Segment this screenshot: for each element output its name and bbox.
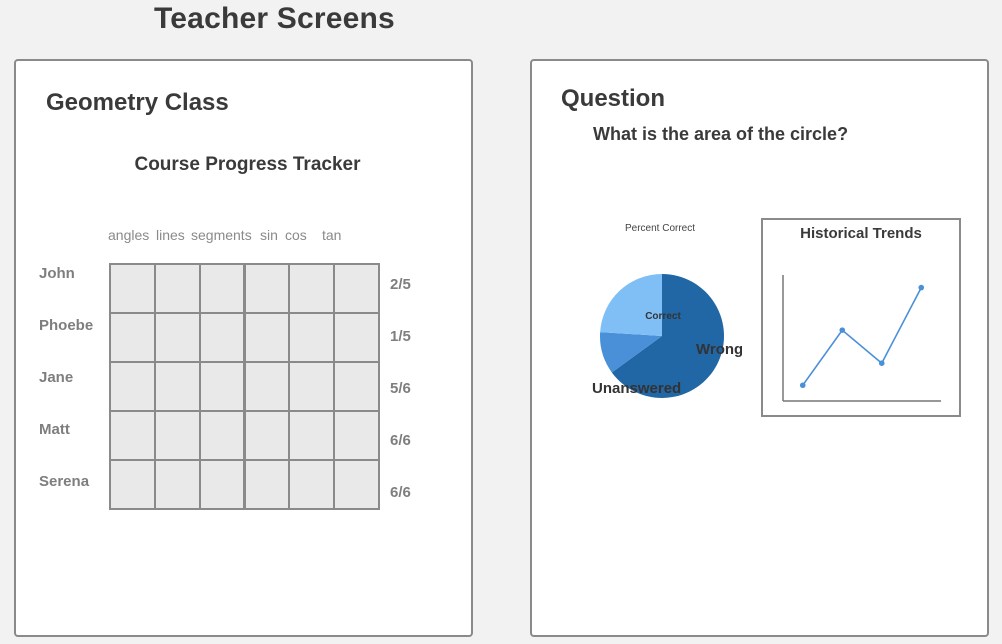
progress-cell-john-segments[interactable] bbox=[200, 265, 244, 312]
progress-cell-matt-segments[interactable] bbox=[200, 412, 244, 459]
progress-cell-phoebe-angles[interactable] bbox=[111, 314, 154, 361]
progress-grid bbox=[109, 263, 380, 510]
progress-cell-serena-cos[interactable] bbox=[290, 461, 334, 508]
trend-point-2 bbox=[839, 327, 846, 333]
student-name-jane: Jane bbox=[39, 369, 74, 386]
tracker-title: Course Progress Tracker bbox=[134, 154, 361, 175]
trend-point-3 bbox=[878, 360, 885, 366]
progress-cell-john-sin[interactable] bbox=[245, 265, 289, 312]
pie-label-unanswered: Unanswered bbox=[592, 380, 681, 397]
progress-cell-phoebe-cos[interactable] bbox=[290, 314, 334, 361]
progress-cell-phoebe-sin[interactable] bbox=[245, 314, 289, 361]
class-title: Geometry Class bbox=[46, 89, 229, 116]
column-header-tan: tan bbox=[322, 227, 342, 243]
progress-cell-john-lines[interactable] bbox=[155, 265, 199, 312]
student-name-john: John bbox=[39, 265, 75, 282]
progress-cell-matt-angles[interactable] bbox=[111, 412, 154, 459]
progress-cell-serena-segments[interactable] bbox=[200, 461, 244, 508]
progress-cell-jane-sin[interactable] bbox=[245, 363, 289, 410]
pie-label-wrong: Wrong bbox=[696, 341, 742, 358]
progress-cell-matt-cos[interactable] bbox=[290, 412, 334, 459]
pie-slice-unanswered bbox=[600, 274, 662, 336]
pie-chart-title: Percent Correct bbox=[624, 223, 696, 234]
trends-chart-title: Historical Trends bbox=[800, 225, 922, 242]
historical-trends-plot bbox=[782, 275, 941, 402]
page-title: Teacher Screens bbox=[154, 2, 395, 35]
trend-point-1 bbox=[799, 382, 806, 389]
student-name-serena: Serena bbox=[39, 473, 90, 490]
progress-cell-jane-angles[interactable] bbox=[111, 363, 154, 410]
progress-cell-john-tan[interactable] bbox=[335, 265, 378, 312]
progress-cell-john-angles[interactable] bbox=[111, 265, 154, 312]
question-text: What is the area of the circle? bbox=[593, 124, 849, 144]
score-serena: 6/6 bbox=[390, 484, 411, 501]
column-header-angles: angles bbox=[108, 227, 150, 243]
student-name-phoebe: Phoebe bbox=[39, 317, 94, 334]
progress-cell-matt-lines[interactable] bbox=[155, 412, 199, 459]
score-john: 2/5 bbox=[390, 276, 411, 293]
column-header-cos: cos bbox=[285, 227, 307, 243]
progress-cell-serena-lines[interactable] bbox=[155, 461, 199, 508]
progress-cell-john-cos[interactable] bbox=[290, 265, 334, 312]
progress-cell-jane-lines[interactable] bbox=[155, 363, 199, 410]
score-matt: 6/6 bbox=[390, 432, 411, 449]
progress-cell-serena-angles[interactable] bbox=[111, 461, 154, 508]
score-jane: 5/6 bbox=[390, 380, 411, 397]
column-header-segments: segments bbox=[191, 227, 252, 243]
student-name-matt: Matt bbox=[39, 421, 70, 438]
trend-point-4 bbox=[918, 284, 925, 291]
score-phoebe: 1/5 bbox=[390, 328, 411, 345]
progress-cell-serena-tan[interactable] bbox=[335, 461, 378, 508]
progress-cell-matt-tan[interactable] bbox=[335, 412, 378, 459]
progress-cell-jane-cos[interactable] bbox=[290, 363, 334, 410]
question-heading: Question bbox=[561, 85, 666, 112]
question-panel: Question What is the area of the circle?… bbox=[530, 59, 989, 637]
progress-cell-serena-sin[interactable] bbox=[245, 461, 289, 508]
geometry-class-panel: Geometry Class Course Progress Tracker a… bbox=[14, 59, 473, 637]
progress-cell-matt-sin[interactable] bbox=[245, 412, 289, 459]
progress-cell-phoebe-tan[interactable] bbox=[335, 314, 378, 361]
historical-trends-chart: Historical Trends bbox=[761, 218, 961, 417]
percent-correct-pie-chart: Correct Wrong Unanswered bbox=[592, 274, 742, 398]
progress-cell-phoebe-lines[interactable] bbox=[155, 314, 199, 361]
progress-cell-jane-tan[interactable] bbox=[335, 363, 378, 410]
pie-label-correct: Correct bbox=[645, 311, 681, 322]
column-header-lines: lines bbox=[156, 227, 185, 243]
trend-series-line bbox=[802, 287, 922, 386]
progress-cell-jane-segments[interactable] bbox=[200, 363, 244, 410]
progress-cell-phoebe-segments[interactable] bbox=[200, 314, 244, 361]
column-header-sin: sin bbox=[260, 227, 278, 243]
